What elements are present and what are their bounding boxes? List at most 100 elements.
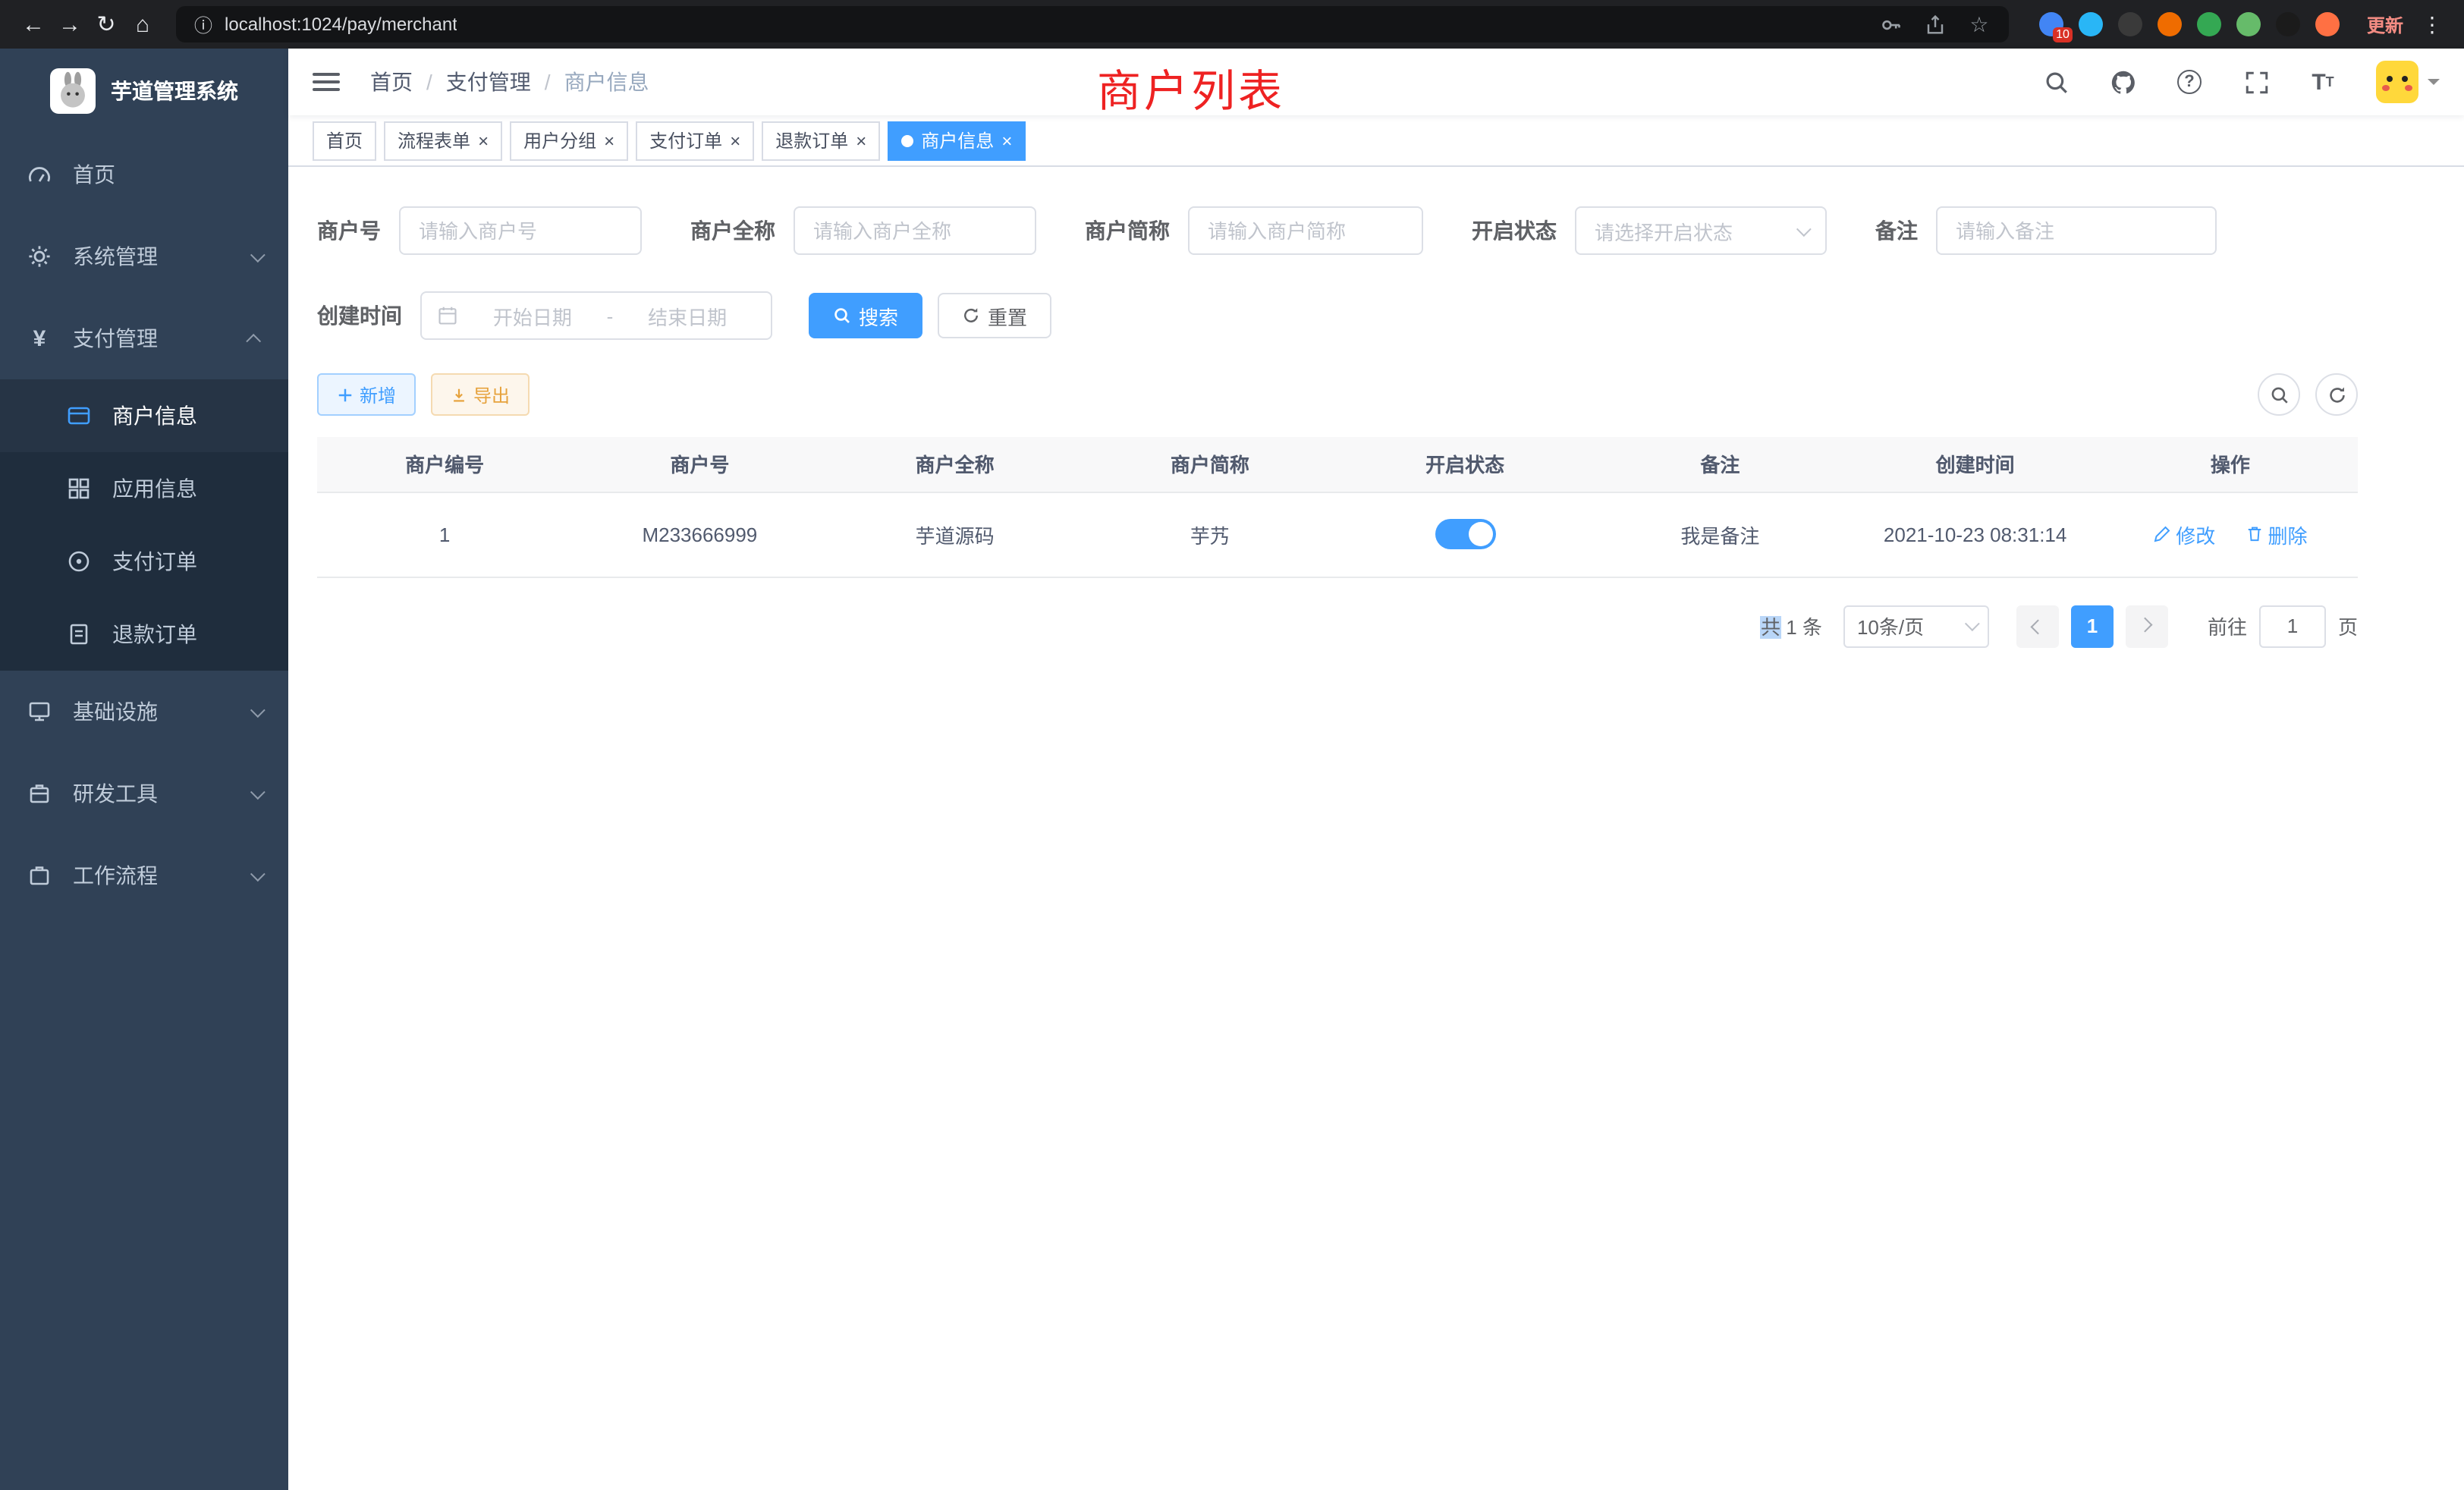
cell-merchant-id: 1 (317, 492, 572, 577)
sidebar-item-app-info[interactable]: 应用信息 (0, 452, 288, 525)
dashboard-icon (27, 162, 52, 187)
extension-icon[interactable] (2118, 12, 2142, 36)
create-time-range-picker[interactable]: 开始日期 - 结束日期 (420, 291, 772, 340)
help-icon[interactable]: ? (2176, 68, 2203, 96)
goto-page-input[interactable] (2259, 605, 2326, 647)
refresh-table-button[interactable] (2315, 373, 2358, 416)
target-icon (67, 549, 91, 574)
table-toolbar: 新增 导出 (317, 373, 2358, 416)
tab-close-icon[interactable]: × (604, 131, 614, 149)
sidebar-item-label: 支付管理 (73, 323, 158, 354)
tab-home[interactable]: 首页 (313, 121, 376, 160)
merchant-no-input[interactable] (399, 206, 642, 255)
page-size-value: 10条/页 (1857, 611, 1924, 640)
page-number-button[interactable]: 1 (2071, 605, 2114, 647)
url-text: localhost:1024/pay/merchant (225, 14, 457, 35)
add-button[interactable]: 新增 (317, 373, 416, 416)
tab-refund-order[interactable]: 退款订单 × (762, 121, 880, 160)
sidebar-item-home[interactable]: 首页 (0, 134, 288, 215)
search-button[interactable]: 搜索 (809, 293, 922, 338)
extension-icon[interactable] (2079, 12, 2103, 36)
remark-input[interactable] (1936, 206, 2217, 255)
search-icon[interactable] (2042, 68, 2070, 96)
sidebar-item-label: 应用信息 (112, 473, 197, 504)
sidebar-item-refund-order[interactable]: 退款订单 (0, 598, 288, 671)
chevron-down-icon (250, 866, 266, 881)
tab-close-icon[interactable]: × (1001, 131, 1012, 149)
forward-icon[interactable]: → (52, 6, 88, 42)
extension-icon[interactable]: 10 (2039, 12, 2063, 36)
sidebar: 芋道管理系统 首页 系统管理 ¥ 支付管理 (0, 49, 288, 1490)
sidebar-item-label: 退款订单 (112, 619, 197, 649)
breadcrumb-home[interactable]: 首页 (370, 67, 413, 97)
cell-short-name: 芋艿 (1083, 492, 1337, 577)
extension-icon[interactable] (2158, 12, 2182, 36)
tab-merchant-info[interactable]: 商户信息 × (888, 121, 1026, 160)
tab-process-form[interactable]: 流程表单 × (384, 121, 502, 160)
next-page-button[interactable] (2126, 605, 2168, 647)
export-button[interactable]: 导出 (431, 373, 530, 416)
sidebar-item-workflow[interactable]: 工作流程 (0, 835, 288, 916)
password-key-icon[interactable] (1880, 13, 1903, 36)
sidebar-item-system[interactable]: 系统管理 (0, 215, 288, 297)
chevron-up-icon (246, 333, 261, 348)
share-icon[interactable] (1924, 13, 1947, 36)
extension-icon[interactable] (2236, 12, 2261, 36)
document-icon (67, 622, 91, 646)
reload-icon[interactable]: ↻ (88, 6, 124, 42)
filter-label: 商户号 (317, 215, 381, 246)
tab-user-group[interactable]: 用户分组 × (510, 121, 628, 160)
sidebar-item-merchant-info[interactable]: 商户信息 (0, 379, 288, 452)
reset-button[interactable]: 重置 (938, 293, 1051, 338)
page-annotation: 商户列表 (1097, 56, 1285, 120)
bookmark-star-icon[interactable]: ☆ (1968, 13, 1991, 36)
breadcrumb-current: 商户信息 (564, 67, 649, 97)
browser-menu-icon[interactable]: ⋮ (2415, 11, 2449, 37)
cell-status (1337, 492, 1592, 577)
sidebar-toggle-icon[interactable] (313, 73, 340, 91)
breadcrumb-section[interactable]: 支付管理 (446, 67, 531, 97)
github-icon[interactable] (2109, 68, 2136, 96)
home-icon[interactable]: ⌂ (124, 6, 161, 42)
cell-merchant-no: M233666999 (572, 492, 827, 577)
search-icon (2269, 385, 2289, 404)
extension-icon[interactable] (2197, 12, 2221, 36)
tab-close-icon[interactable]: × (478, 131, 489, 149)
status-toggle[interactable] (1435, 519, 1495, 549)
filter-merchant-name: 商户全称 (690, 206, 1036, 255)
sidebar-item-pay-order[interactable]: 支付订单 (0, 525, 288, 598)
merchant-name-input[interactable] (794, 206, 1036, 255)
sidebar-item-payment[interactable]: ¥ 支付管理 (0, 297, 288, 379)
address-bar[interactable]: ⓘ localhost:1024/pay/merchant ☆ (176, 6, 2009, 42)
sidebar-item-infra[interactable]: 基础设施 (0, 671, 288, 753)
toggle-search-button[interactable] (2258, 373, 2300, 416)
chevron-down-icon (250, 247, 266, 262)
extension-icon[interactable] (2276, 12, 2300, 36)
breadcrumb: 首页 / 支付管理 / 商户信息 (370, 67, 649, 97)
filter-row-2: 创建时间 开始日期 - 结束日期 搜索 重置 (317, 291, 2358, 340)
user-menu[interactable] (2376, 61, 2440, 103)
merchant-short-input[interactable] (1188, 206, 1423, 255)
tab-close-icon[interactable]: × (730, 131, 740, 149)
app-logo[interactable]: 芋道管理系统 (0, 49, 288, 134)
tab-pay-order[interactable]: 支付订单 × (636, 121, 754, 160)
sidebar-item-devtools[interactable]: 研发工具 (0, 753, 288, 835)
status-select-placeholder: 请选择开启状态 (1595, 216, 1733, 245)
back-icon[interactable]: ← (15, 6, 52, 42)
status-select[interactable]: 请选择开启状态 (1575, 206, 1827, 255)
extension-icon[interactable] (2315, 12, 2340, 36)
tab-label: 退款订单 (775, 127, 848, 153)
tab-label: 支付订单 (649, 127, 722, 153)
font-size-icon[interactable]: TT (2309, 68, 2337, 96)
site-info-icon[interactable]: ⓘ (194, 11, 212, 37)
prev-page-button[interactable] (2016, 605, 2059, 647)
col-merchant-no: 商户号 (572, 437, 827, 492)
page-size-select[interactable]: 10条/页 (1843, 605, 1989, 647)
sidebar-item-label: 商户信息 (112, 401, 197, 431)
browser-update-button[interactable]: 更新 (2367, 11, 2403, 37)
edit-link[interactable]: 修改 (2153, 520, 2215, 549)
goto-unit-label: 页 (2338, 611, 2358, 640)
delete-link[interactable]: 删除 (2246, 520, 2308, 549)
tab-close-icon[interactable]: × (856, 131, 866, 149)
fullscreen-icon[interactable] (2242, 68, 2270, 96)
